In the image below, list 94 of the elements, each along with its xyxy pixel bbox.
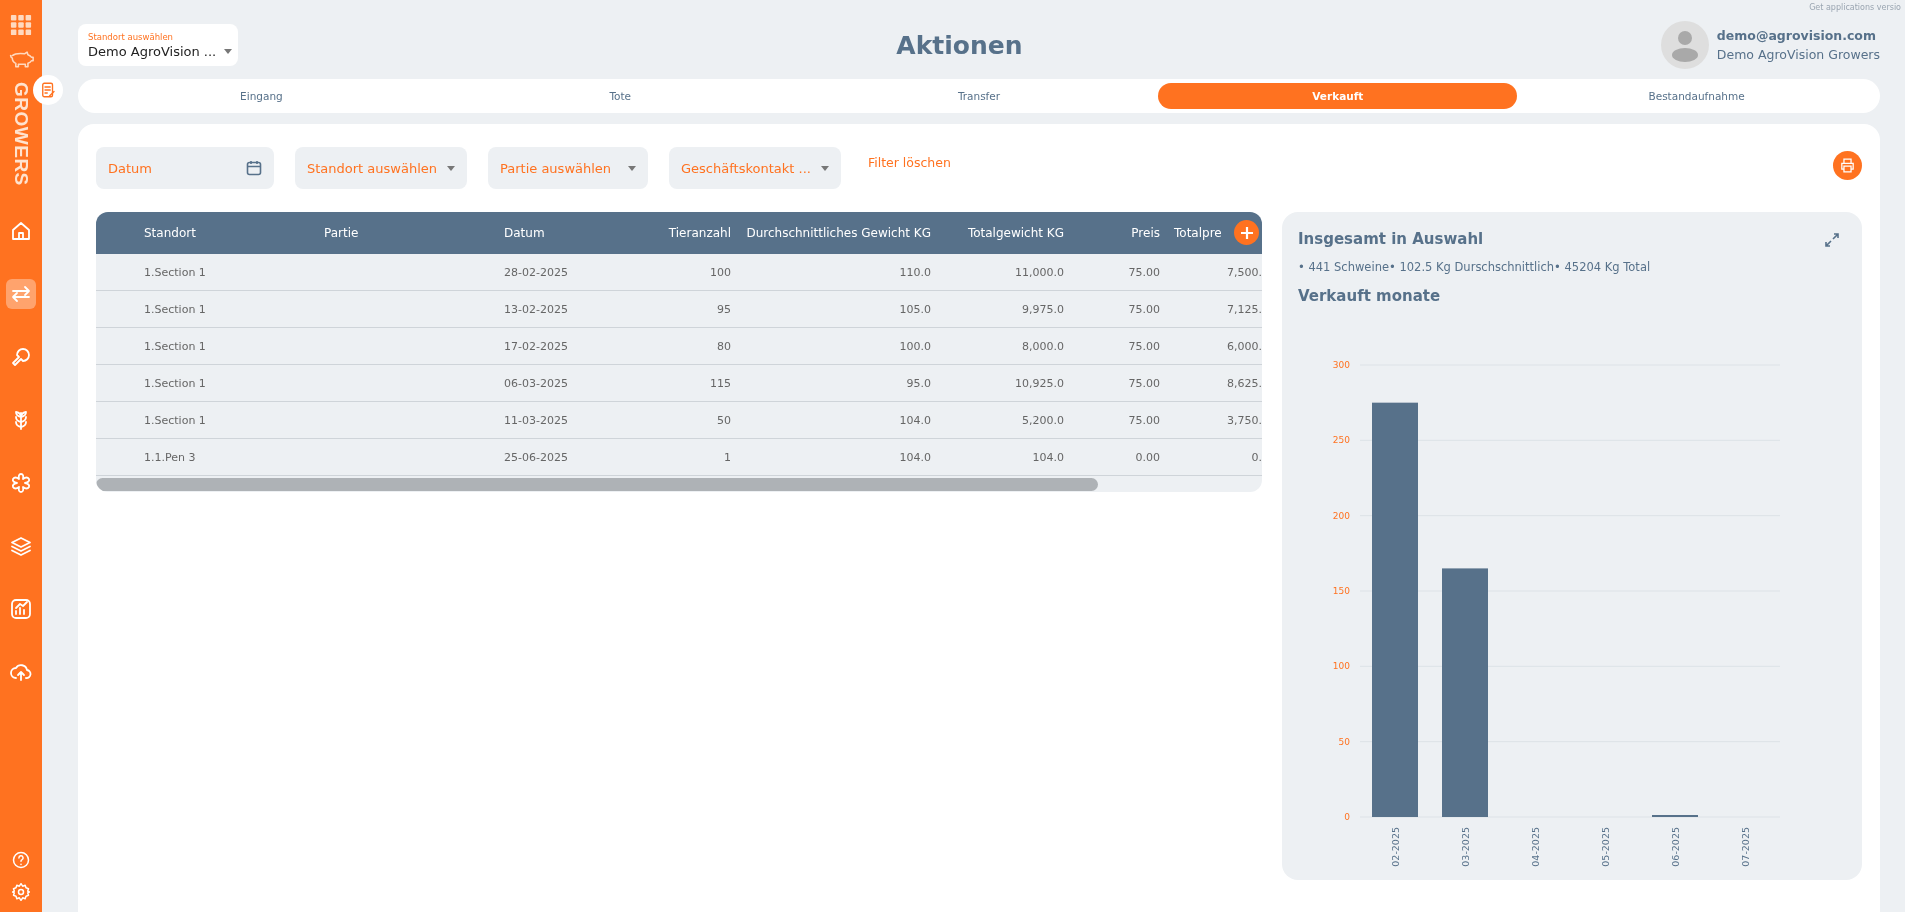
table-cell-text: 1.Section 1 xyxy=(144,302,207,316)
help-icon[interactable] xyxy=(11,850,31,870)
location-dropdown[interactable]: Standort auswählen Demo AgroVision ... xyxy=(78,24,238,66)
table-cell-text: 105.0 xyxy=(898,302,932,316)
table-cell-text: 5,200.0 xyxy=(1021,413,1065,427)
avatar-icon[interactable] xyxy=(1660,21,1709,69)
table-cell-text: 28-02-2025 xyxy=(504,265,569,279)
settings-icon[interactable] xyxy=(11,882,31,902)
table-cell-text: 75.00 xyxy=(1127,302,1161,316)
table-cell-text: 11-03-2025 xyxy=(504,413,569,427)
panel-title: Insgesamt in Auswahl xyxy=(1298,230,1484,248)
table-cell-text: 115 xyxy=(709,376,732,390)
tab[interactable]: Tote xyxy=(440,83,800,109)
axis-label: 0 xyxy=(1344,812,1350,822)
table-cell-text: 7,125. xyxy=(1226,302,1262,316)
table-cell-text: 6,000. xyxy=(1226,339,1262,353)
table-cell-text: 7,500. xyxy=(1226,265,1262,279)
column-header[interactable]: Tieranzahl xyxy=(654,226,741,240)
table-cell-text: 1.Section 1 xyxy=(144,413,207,427)
table-cell-text: 95 xyxy=(716,302,732,316)
table-cell-text: 06-03-2025 xyxy=(504,376,569,390)
table-cell-text: 75.00 xyxy=(1127,376,1161,390)
table-cell-text: 1 xyxy=(723,450,732,464)
axis-label: 150 xyxy=(1332,586,1350,596)
table-cell-text: 1.Section 1 xyxy=(144,339,207,353)
table-cell-text: 1.1.Pen 3 xyxy=(144,450,197,464)
table-cell-text: 50 xyxy=(716,413,732,427)
axis-label: 04-2025 xyxy=(1530,827,1541,867)
table-cell-text: 110.0 xyxy=(898,265,932,279)
note-icon xyxy=(39,81,57,99)
table-cell-text: 13-02-2025 xyxy=(504,302,569,316)
note-edit-button[interactable] xyxy=(33,75,63,105)
axis-label: 250 xyxy=(1332,435,1350,446)
table-cell-text: 75.00 xyxy=(1127,413,1161,427)
table-cell-text: 80 xyxy=(716,339,732,353)
axis-label: 02-2025 xyxy=(1390,827,1401,867)
table-cell-text: 1.Section 1 xyxy=(144,265,207,279)
apps-icon[interactable] xyxy=(10,14,32,36)
tab[interactable]: Transfer xyxy=(799,83,1159,109)
table-cell-text: 0. xyxy=(1250,450,1262,464)
chart-title: Verkauft monate xyxy=(1298,287,1442,305)
flower-icon xyxy=(9,470,33,495)
column-header[interactable]: Durchschnittliches Gewicht KG xyxy=(741,226,941,240)
table-cell-text: 104.0 xyxy=(1031,450,1065,464)
table-cell-text: 75.00 xyxy=(1127,265,1161,279)
table-cell-text: 104.0 xyxy=(898,413,932,427)
clear-filters-link[interactable]: Filter löschen xyxy=(861,147,957,171)
column-header[interactable]: Preis xyxy=(1074,226,1170,240)
expand-icon[interactable] xyxy=(1824,232,1840,248)
axis-label: 05-2025 xyxy=(1600,827,1611,867)
brand-name: GROWERS xyxy=(10,82,32,186)
summary-stats: • 441 Schweine• 102.5 Kg Durschschnittlich• 45204 Kg Total xyxy=(1298,260,1652,274)
version-note: Get applications versio xyxy=(1809,3,1901,12)
table-cell-text: 3,750. xyxy=(1226,413,1262,427)
axis-label: 100 xyxy=(1332,661,1350,672)
chart-icon xyxy=(9,596,33,621)
column-header[interactable]: Standort xyxy=(144,226,324,240)
tab[interactable]: Eingang xyxy=(82,83,441,109)
table-cell-text: 1.Section 1 xyxy=(144,376,207,390)
table-cell-text: 100.0 xyxy=(898,339,932,353)
user-email: demo@agrovision.com xyxy=(1716,28,1877,43)
scrollbar-thumb[interactable] xyxy=(96,477,1098,491)
column-header[interactable]: Totalgewicht KG xyxy=(941,226,1074,240)
column-header[interactable]: Partie xyxy=(324,226,504,240)
axis-label: 06-2025 xyxy=(1670,827,1681,867)
table-cell-text: 9,975.0 xyxy=(1021,302,1065,316)
table-cell-text: 8,625. xyxy=(1226,376,1262,390)
axis-label: 07-2025 xyxy=(1740,827,1751,867)
axis-label: 300 xyxy=(1332,360,1350,370)
page-title: Aktionen xyxy=(895,30,1024,60)
sidebar-item[interactable] xyxy=(6,278,36,309)
table-cell-text: 11,000.0 xyxy=(1014,265,1065,279)
table-cell-text: 104.0 xyxy=(898,450,932,464)
company-name: Demo AgroVision Growers xyxy=(1716,47,1880,62)
axis-label: 200 xyxy=(1332,510,1350,521)
axis-label: 50 xyxy=(1338,736,1350,747)
printer-icon xyxy=(1839,157,1856,174)
tab[interactable]: Verkauft xyxy=(1158,83,1518,109)
table-cell-text: 25-06-2025 xyxy=(504,450,569,464)
column-header[interactable]: Datum xyxy=(504,226,654,240)
calendar-icon xyxy=(246,160,262,176)
column-header[interactable]: Totalpre xyxy=(1170,226,1262,240)
plus-icon xyxy=(1239,225,1254,240)
table-cell-text: 10,925.0 xyxy=(1014,376,1065,390)
axis-label: 03-2025 xyxy=(1460,827,1471,867)
tab[interactable]: Bestandaufnahme xyxy=(1517,83,1876,109)
table-cell-text: 100 xyxy=(709,265,732,279)
print-button[interactable] xyxy=(1833,151,1862,180)
pig-icon[interactable] xyxy=(8,50,34,68)
table-cell-text: 95.0 xyxy=(905,376,932,390)
table-cell-text: 0.00 xyxy=(1134,450,1161,464)
table-cell-text: 75.00 xyxy=(1127,339,1161,353)
table-cell-text: 8,000.0 xyxy=(1021,339,1065,353)
table-cell-text: 17-02-2025 xyxy=(504,339,569,353)
